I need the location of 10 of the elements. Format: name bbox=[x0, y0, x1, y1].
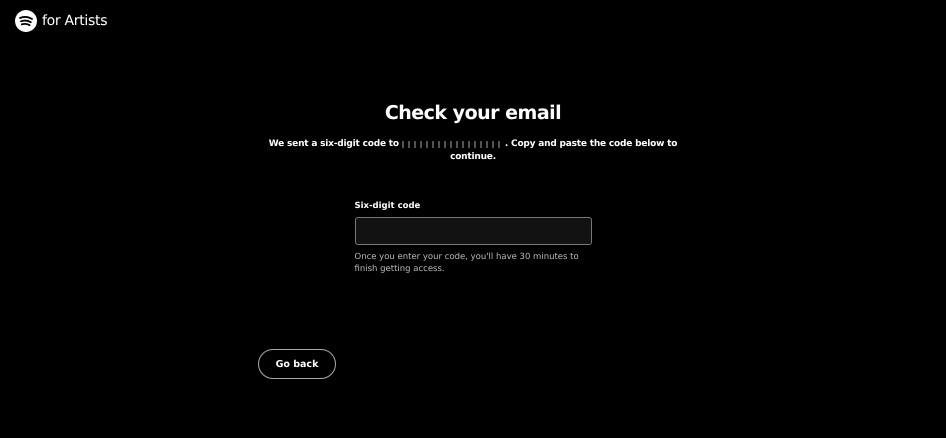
logo-icon bbox=[15, 10, 37, 32]
message-text: . Copy and paste the code below to bbox=[504, 138, 678, 151]
logo-text: for Artists bbox=[42, 13, 108, 29]
go-back-button[interactable]: Go back bbox=[258, 349, 336, 379]
field-label: Six-digit code bbox=[354, 201, 422, 211]
page-heading: Check your email bbox=[384, 102, 562, 124]
field-hint: Once you enter your code, you'll have 30 minutes to finish getting access. bbox=[354, 251, 580, 275]
code-input[interactable] bbox=[354, 217, 592, 245]
message-text: We sent a six-digit code to bbox=[268, 138, 399, 151]
message-text: continue. bbox=[450, 151, 496, 164]
